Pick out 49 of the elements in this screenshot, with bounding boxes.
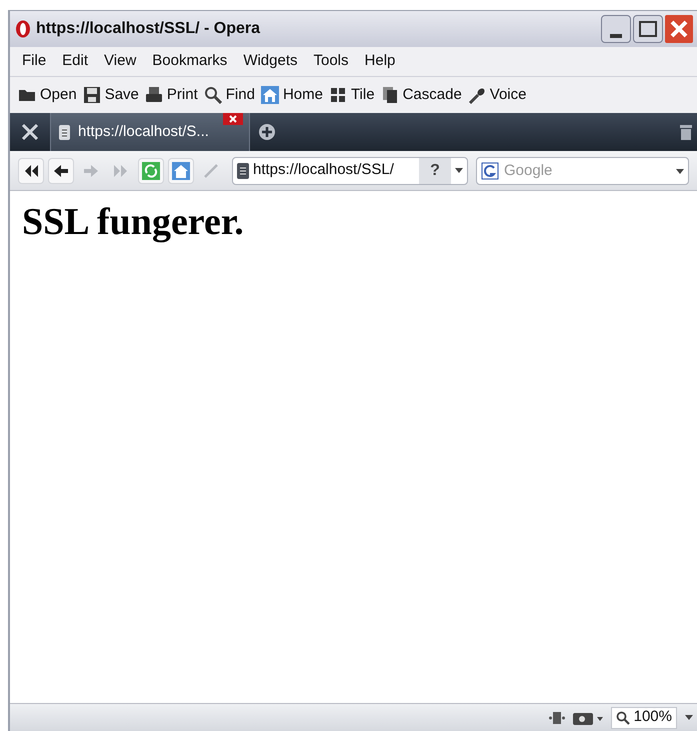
toolbar-button[interactable]: Home — [260, 84, 323, 106]
search-icon — [616, 710, 630, 724]
toolbar-button[interactable]: Print — [144, 84, 198, 106]
camera-icon[interactable] — [572, 710, 603, 724]
page-heading: SSL fungerer. — [22, 200, 245, 245]
menu-item[interactable]: Help — [356, 50, 404, 73]
menu-item[interactable]: Bookmarks — [144, 50, 236, 73]
trash-icon[interactable] — [679, 123, 693, 141]
dropdown-icon[interactable] — [455, 168, 463, 173]
menu-item[interactable]: View — [96, 50, 144, 73]
menu-item[interactable]: Widgets — [235, 50, 306, 73]
toolbar-button[interactable]: Find — [204, 84, 255, 106]
printer-icon — [144, 86, 163, 104]
toolbar-button[interactable]: Open — [18, 84, 77, 106]
search-icon — [204, 86, 222, 104]
close-icon[interactable] — [223, 113, 243, 125]
microphone-icon — [468, 86, 486, 104]
tab[interactable]: https://localhost/S... — [50, 113, 250, 151]
minimize-button[interactable] — [601, 15, 631, 43]
address-field[interactable]: https://localhost/SSL/ ? — [232, 156, 468, 184]
pen-icon — [202, 162, 220, 180]
page-icon[interactable] — [548, 710, 565, 724]
toolbar-button[interactable]: Save — [82, 84, 139, 106]
new-tab-icon[interactable] — [258, 123, 276, 141]
app-logo-icon — [14, 19, 32, 39]
home-icon — [172, 162, 190, 180]
toolbar-button[interactable]: Voice — [468, 84, 526, 106]
zoom-field[interactable]: 100% — [610, 706, 677, 728]
close-button[interactable] — [665, 15, 693, 43]
toolbar-button[interactable]: Cascade — [380, 84, 462, 106]
page-icon — [237, 162, 249, 178]
page-icon — [59, 124, 70, 140]
window-title: https://localhost/SSL/ - Opera — [36, 19, 260, 39]
reload-icon — [142, 162, 160, 180]
search-field[interactable]: Google — [476, 156, 689, 184]
dropdown-icon[interactable] — [676, 168, 684, 174]
menu-item[interactable]: Tools — [306, 50, 357, 73]
menu-item[interactable]: File — [14, 50, 54, 73]
home-icon — [260, 86, 279, 104]
maximize-button[interactable] — [633, 15, 663, 43]
stacked-pages-icon — [380, 86, 399, 104]
grid-icon — [328, 86, 347, 104]
nav-button[interactable] — [48, 158, 74, 184]
dropdown-icon[interactable] — [685, 715, 693, 720]
nav-button[interactable] — [18, 158, 44, 184]
search-engine-icon — [481, 162, 499, 180]
menu-item[interactable]: Edit — [54, 50, 96, 73]
toolbar-button[interactable]: Tile — [328, 84, 375, 106]
site-info-button[interactable]: ? — [419, 158, 451, 184]
